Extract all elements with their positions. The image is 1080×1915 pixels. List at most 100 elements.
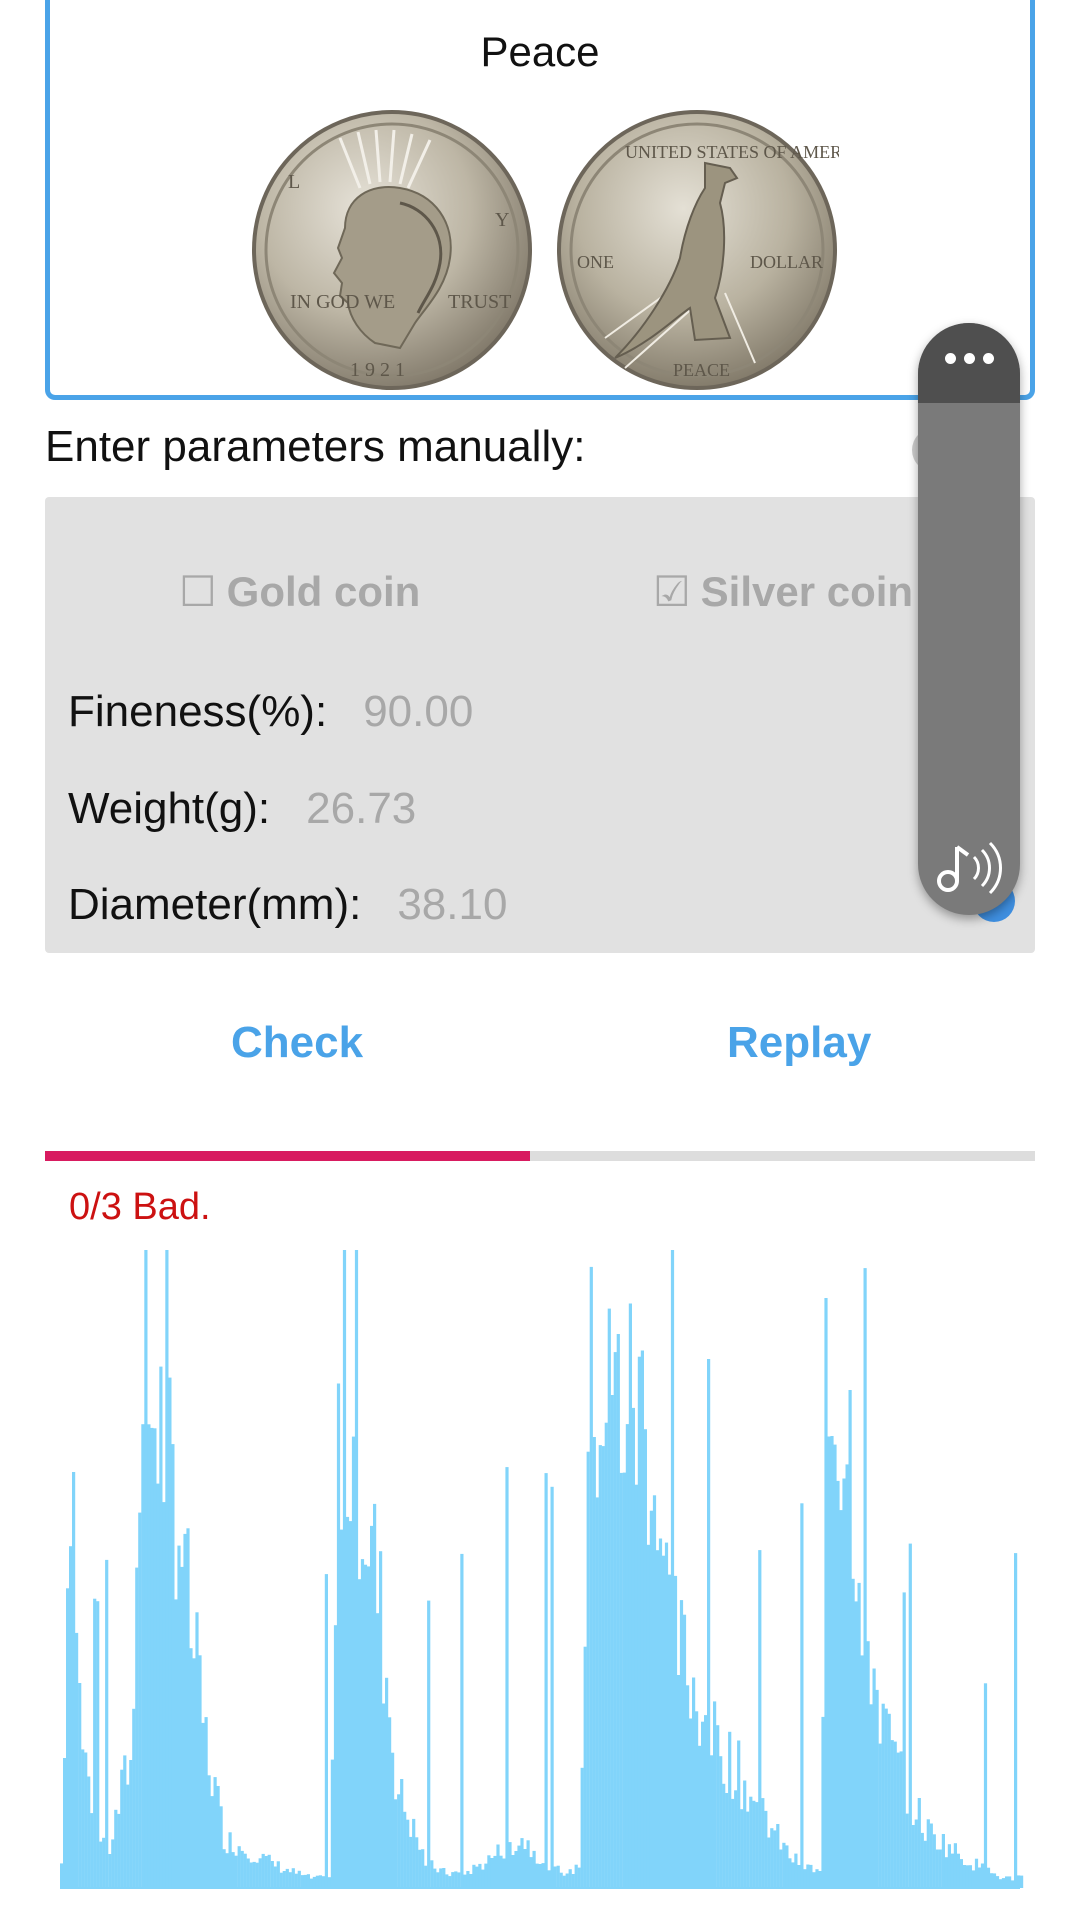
waveform-bar [872, 1668, 876, 1888]
waveform-bar [69, 1546, 73, 1888]
waveform-bar [586, 1451, 590, 1888]
coin-obverse-image: IN GOD WE TRUST 1 9 2 1 L Y [252, 110, 532, 390]
waveform-bar [983, 1683, 988, 1888]
weight-field[interactable]: 26.73 [306, 784, 416, 833]
waveform-bar [670, 1250, 675, 1888]
waveform-bar [502, 1858, 506, 1888]
waveform-bar [150, 1427, 154, 1888]
waveform-bar [237, 1846, 241, 1888]
waveform-bar [968, 1865, 972, 1888]
waveform-bar [580, 1767, 584, 1888]
waveform-bar [827, 1436, 831, 1888]
waveform-bar [881, 1703, 885, 1888]
waveform-bar [604, 1422, 608, 1888]
waveform-bar [315, 1875, 319, 1888]
waveform-bar [977, 1867, 982, 1888]
replay-button[interactable]: Replay [727, 1018, 871, 1068]
diameter-field[interactable]: 38.10 [397, 880, 507, 929]
waveform-bar [613, 1352, 617, 1888]
waveform-bar [803, 1869, 807, 1888]
waveform-bar [523, 1849, 527, 1888]
waveform-bar [180, 1566, 184, 1888]
waveform-bar [243, 1853, 247, 1888]
waveform-bar [923, 1840, 927, 1888]
svg-text:PEACE: PEACE [673, 360, 730, 380]
waveform-bar [406, 1819, 410, 1888]
check-button[interactable]: Check [231, 1018, 363, 1068]
gold-coin-option[interactable]: ☐ Gold coin [179, 567, 420, 616]
floating-assistant-widget[interactable] [918, 323, 1020, 915]
waveform-bar [111, 1839, 115, 1888]
waveform-bar [517, 1845, 521, 1888]
waveform-bar [649, 1510, 653, 1888]
waveform-bar [309, 1878, 313, 1888]
float-menu-button[interactable] [918, 323, 1020, 403]
waveform-bar [306, 1874, 310, 1888]
waveform-bar [547, 1870, 551, 1888]
waveform-bar [839, 1510, 843, 1888]
waveform-bar [731, 1798, 735, 1888]
waveform-bar [875, 1689, 879, 1888]
waveform-bar [890, 1740, 894, 1888]
waveform-bar [201, 1722, 205, 1888]
waveform-bar [204, 1717, 208, 1888]
waveform-bar [815, 1869, 819, 1888]
diameter-label: Diameter(mm): [68, 880, 362, 929]
waveform-bar [980, 1863, 985, 1888]
waveform-bar [950, 1853, 954, 1888]
waveform-bar [279, 1872, 283, 1888]
waveform-bar [183, 1533, 187, 1888]
waveform-bar [294, 1873, 298, 1888]
waveform-bar [917, 1798, 921, 1888]
waveform-bar [908, 1543, 912, 1888]
waveform-bar [941, 1834, 945, 1888]
waveform-bar [466, 1871, 470, 1888]
waveform-bar [312, 1876, 316, 1888]
waveform-bar [713, 1701, 717, 1888]
coin-card[interactable]: Peace IN GOD WE TRUST 1 9 2 1 L Y UNITED… [45, 0, 1035, 400]
waveform-bar [385, 1677, 389, 1888]
waveform-bar [956, 1853, 960, 1888]
waveform-bar [857, 1582, 861, 1888]
progress-fill [45, 1151, 531, 1161]
waveform-bar [716, 1725, 720, 1888]
waveform-bar [625, 1424, 629, 1888]
waveform-bar [81, 1749, 85, 1888]
waveform-bar [418, 1849, 422, 1888]
svg-text:ONE: ONE [577, 252, 614, 272]
waveform-bar [135, 1567, 139, 1888]
parameter-panel: ☐ Gold coin ☑ Silver coin Fineness(%): 90… [45, 497, 1035, 953]
waveform-bar [252, 1861, 256, 1888]
waveform-bar [806, 1864, 810, 1888]
waveform-bar [667, 1574, 672, 1888]
waveform-bar [153, 1428, 157, 1888]
waveform-bar [689, 1718, 693, 1888]
app-screen: Peace IN GOD WE TRUST 1 9 2 1 L Y UNITED… [0, 0, 1080, 1915]
waveform-bar [382, 1703, 386, 1888]
waveform-bar [430, 1860, 434, 1888]
waveform-bar [920, 1832, 924, 1888]
waveform-bar [673, 1575, 678, 1888]
waveform-bar [598, 1445, 602, 1888]
waveform-bar [508, 1842, 512, 1888]
waveform-bar [520, 1838, 524, 1888]
waveform-bar [788, 1858, 792, 1888]
waveform-bar [1020, 1875, 1024, 1888]
waveform-bar [433, 1868, 437, 1888]
waveform-bar [959, 1859, 963, 1888]
waveform-bar [896, 1752, 900, 1888]
waveform-bar [851, 1578, 855, 1888]
waveform-bar [228, 1832, 232, 1888]
waveform-bar [764, 1810, 768, 1888]
waveform-bar [276, 1861, 280, 1888]
waveform-bar [556, 1865, 560, 1888]
waveform-bar [583, 1646, 587, 1888]
waveform-bar [318, 1875, 322, 1888]
sound-wave-icon[interactable] [936, 835, 1002, 895]
waveform-bar [1001, 1878, 1006, 1888]
waveform-bar [249, 1862, 253, 1888]
silver-coin-option[interactable]: ☑ Silver coin [653, 567, 913, 616]
waveform-bar [219, 1806, 223, 1888]
fineness-field[interactable]: 90.00 [363, 687, 473, 736]
waveform-bar [436, 1872, 440, 1888]
